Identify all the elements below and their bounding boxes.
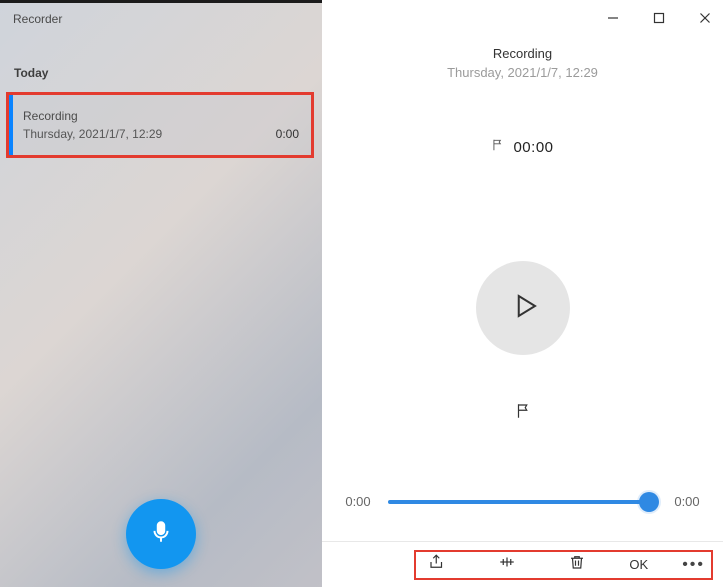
share-button[interactable] bbox=[424, 552, 450, 578]
recording-item-date: Thursday, 2021/1/7, 12:29 bbox=[23, 127, 162, 141]
more-button[interactable]: ••• bbox=[682, 556, 705, 574]
detail-subtitle: Thursday, 2021/1/7, 12:29 bbox=[322, 65, 723, 80]
more-icon: ••• bbox=[682, 556, 705, 573]
sidebar: Recorder Today Recording Thursday, 2021/… bbox=[0, 0, 322, 587]
minimize-button[interactable] bbox=[601, 8, 625, 32]
share-icon bbox=[428, 553, 446, 576]
window-controls bbox=[601, 8, 717, 32]
section-today: Today bbox=[0, 32, 322, 86]
close-icon bbox=[699, 11, 711, 29]
close-button[interactable] bbox=[693, 8, 717, 32]
timeline-thumb[interactable] bbox=[639, 492, 659, 512]
app-title: Recorder bbox=[0, 0, 322, 32]
ok-button[interactable]: OK bbox=[625, 557, 652, 572]
flag-icon bbox=[491, 138, 505, 157]
delete-button[interactable] bbox=[564, 552, 590, 578]
trash-icon bbox=[568, 553, 586, 576]
recording-list-item[interactable]: Recording Thursday, 2021/1/7, 12:29 0:00 bbox=[6, 92, 314, 158]
recording-list-item-inner: Recording Thursday, 2021/1/7, 12:29 0:00 bbox=[9, 95, 311, 155]
detail-panel: Recording Thursday, 2021/1/7, 12:29 00:0… bbox=[322, 0, 723, 587]
minimize-icon bbox=[607, 11, 619, 29]
mic-icon bbox=[148, 519, 174, 550]
trim-icon bbox=[498, 553, 516, 576]
flag-icon bbox=[514, 402, 532, 425]
trim-button[interactable] bbox=[494, 552, 520, 578]
recording-item-title: Recording bbox=[23, 109, 299, 123]
record-button[interactable] bbox=[126, 499, 196, 569]
bottom-toolbar-highlight: OK ••• bbox=[414, 550, 713, 580]
play-button[interactable] bbox=[476, 261, 570, 355]
maximize-button[interactable] bbox=[647, 8, 671, 32]
marker-time-row: 00:00 bbox=[322, 138, 723, 157]
detail-title: Recording bbox=[322, 46, 723, 61]
play-icon bbox=[505, 291, 540, 326]
timeline-time-right: 0:00 bbox=[671, 494, 703, 509]
app-window: Recorder Today Recording Thursday, 2021/… bbox=[0, 0, 723, 587]
marker-time: 00:00 bbox=[513, 139, 553, 156]
add-marker-button[interactable] bbox=[509, 399, 537, 427]
timeline-time-left: 0:00 bbox=[342, 494, 374, 509]
recording-item-duration: 0:00 bbox=[276, 127, 299, 141]
maximize-icon bbox=[653, 11, 665, 29]
timeline: 0:00 0:00 bbox=[322, 494, 723, 509]
timeline-track[interactable] bbox=[388, 500, 657, 504]
bottom-toolbar: OK ••• bbox=[322, 541, 723, 587]
